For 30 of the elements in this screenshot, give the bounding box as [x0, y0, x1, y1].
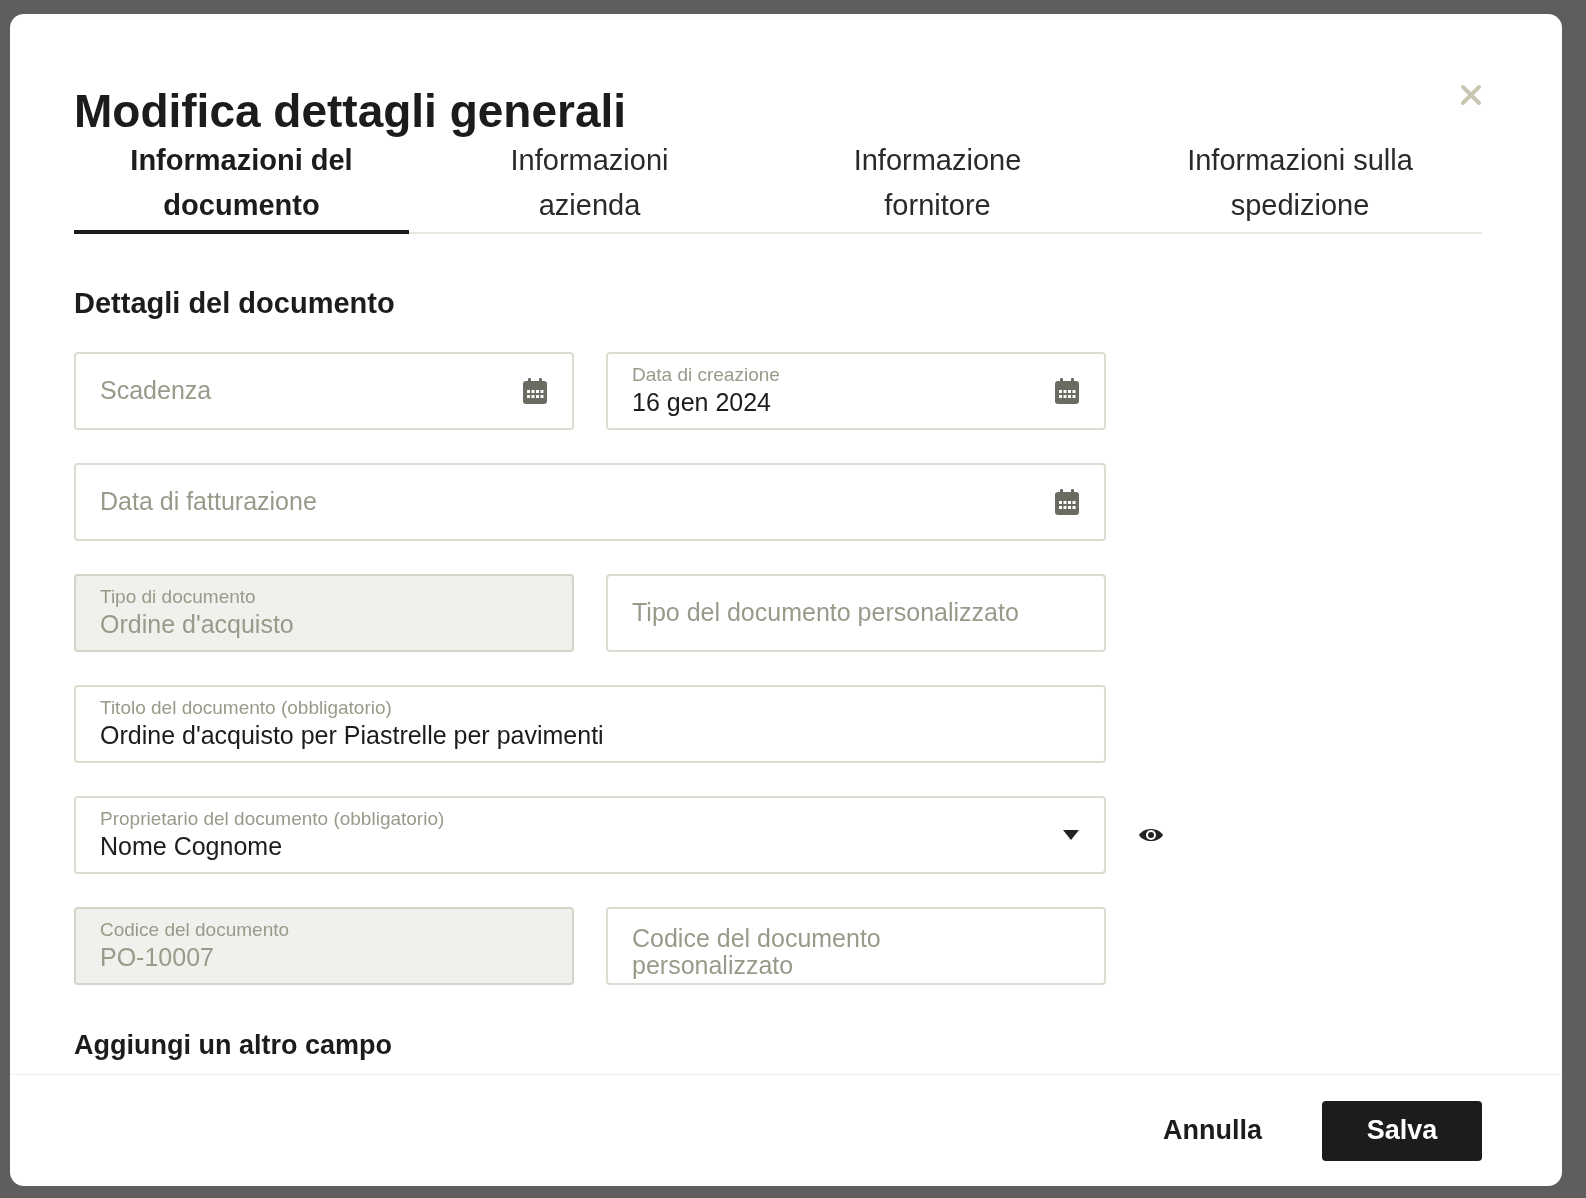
field-value: Nome Cognome: [100, 830, 284, 862]
tab[interactable]: Informazioni azienda: [422, 138, 757, 234]
date-field[interactable]: Scadenza: [74, 351, 574, 430]
field-label: Tipo di documento: [100, 585, 257, 608]
text-field[interactable]: Tipo del documento personalizzato: [606, 573, 1106, 652]
field-value: Ordine d'acquisto: [100, 608, 295, 640]
dialog-title: Modifica dettagli generali: [74, 84, 627, 138]
field-label: Proprietario del documento (obbligatorio): [100, 807, 446, 830]
calendar-icon[interactable]: [522, 376, 548, 405]
owner-select[interactable]: Proprietario del documento (obbligatorio) Nome Cognome: [74, 795, 1106, 874]
tab[interactable]: Informazione fornitore: [770, 138, 1105, 234]
field-label: Titolo del documento (obbligatorio): [100, 696, 393, 719]
cancel-button[interactable]: Annulla: [1147, 1100, 1278, 1161]
field-label: Data di creazione: [632, 363, 781, 386]
save-button[interactable]: Salva: [1322, 1100, 1482, 1161]
tab[interactable]: Informazioni del documento: [74, 138, 409, 234]
field-value: Ordine d'acquisto per Piastrelle per pavimenti: [100, 719, 605, 751]
caret-icon[interactable]: [1062, 828, 1080, 841]
field-value: 16 gen 2024: [632, 386, 773, 418]
section-title: Dettagli del documento: [74, 286, 396, 321]
field-value: PO-10007: [100, 941, 215, 973]
field-label: Codice del documento: [100, 918, 291, 941]
add-field-link[interactable]: Aggiungi un altro campo: [74, 1024, 392, 1065]
text-field[interactable]: Titolo del documento (obbligatorio) Ordine d'acquisto per Piastrelle per pavimenti: [74, 684, 1106, 763]
tab[interactable]: Informazioni sulla spedizione: [1118, 138, 1482, 234]
calendar-icon[interactable]: [1054, 376, 1080, 405]
text-field[interactable]: Codice del documento personalizzato: [606, 906, 1106, 985]
date-field[interactable]: Data di creazione 16 gen 2024: [606, 351, 1106, 430]
date-field[interactable]: Data di fatturazione: [74, 462, 1106, 541]
calendar-icon[interactable]: [1054, 487, 1080, 516]
